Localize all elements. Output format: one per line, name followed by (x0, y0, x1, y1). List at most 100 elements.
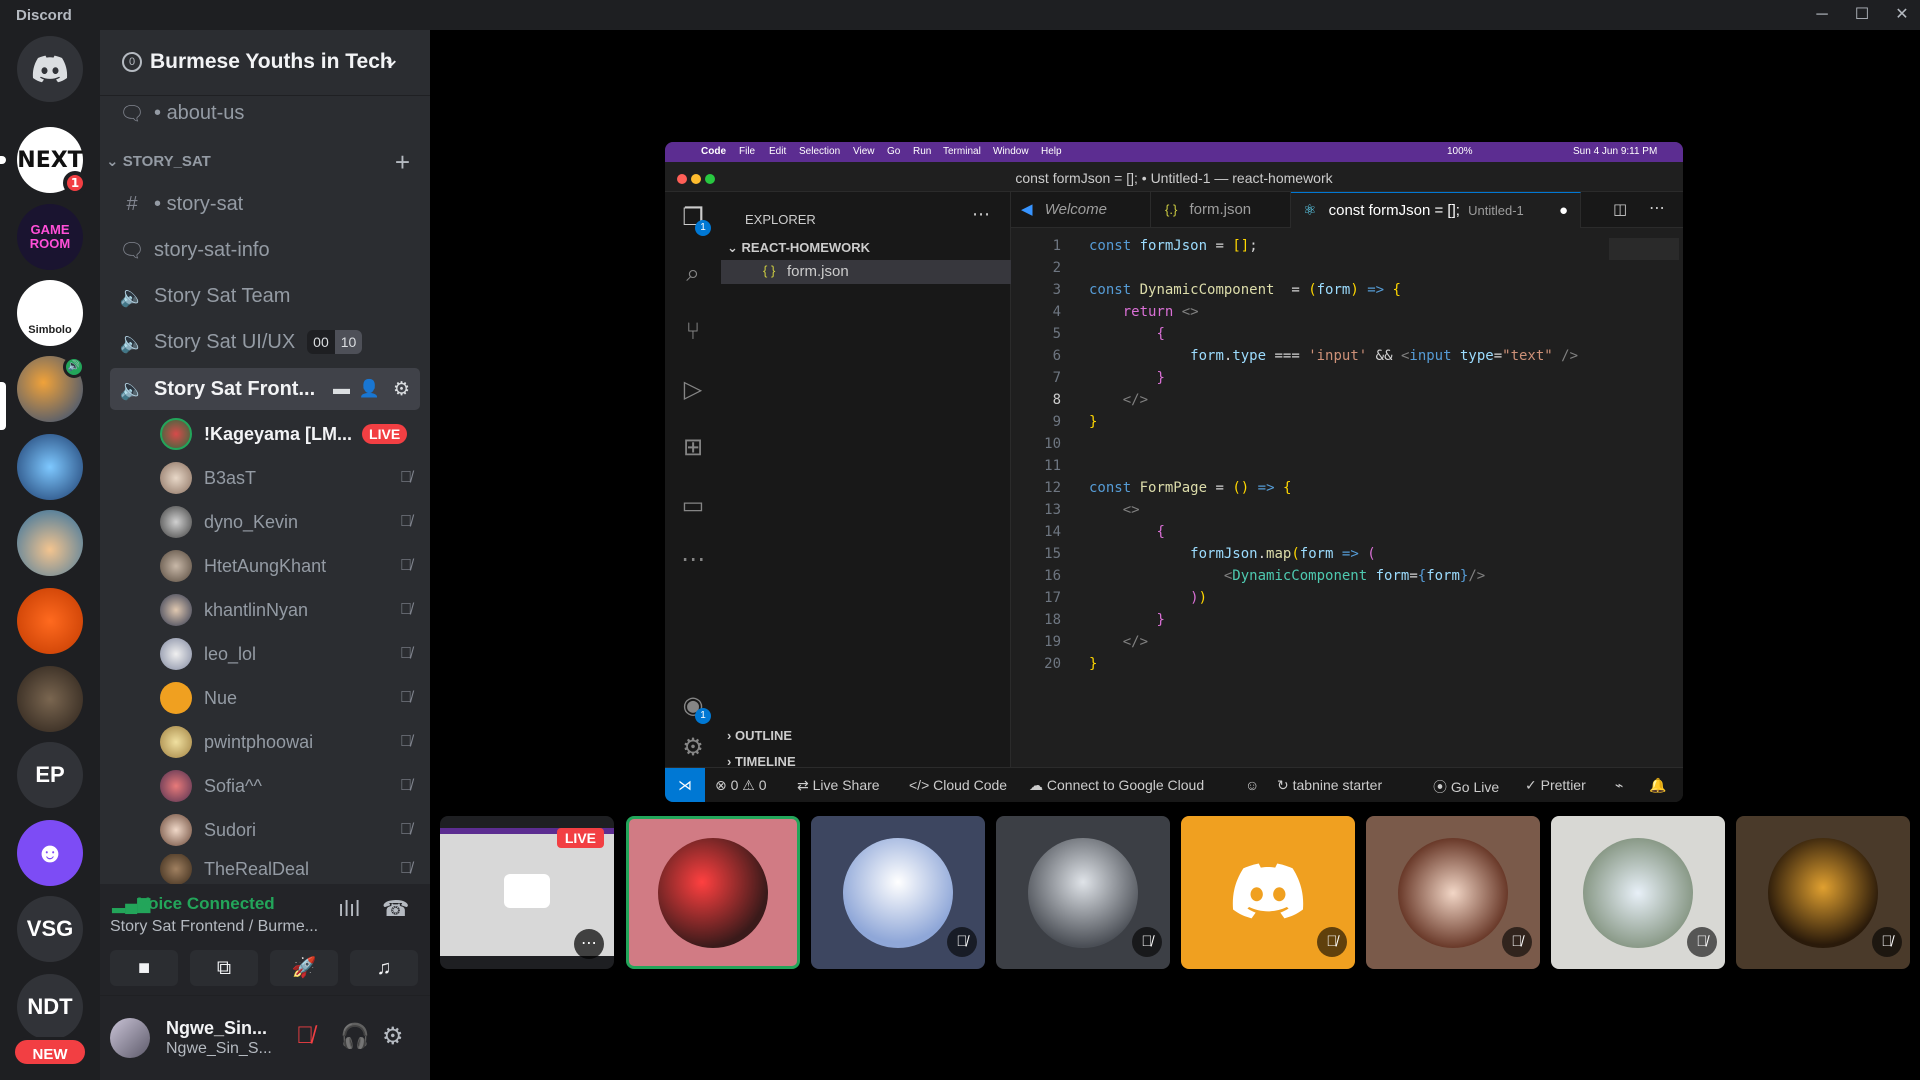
vscode-status-bar: ⋊ ⊗ 0 ⚠ 0 ⇄ Live Share </> Cloud Code ☁ … (665, 767, 1683, 802)
category-story-sat[interactable]: ⌄ STORY_SAT + (106, 147, 426, 177)
server-ep[interactable]: EP (17, 742, 83, 808)
server-simbolo[interactable]: Simbolo (17, 280, 83, 346)
server-rail: NEXT 1 GAME ROOM Simbolo 🔊 EP ☻ VSG NDT (0, 30, 100, 1080)
muted-mic-icon: 🎙̸ (400, 821, 412, 838)
avatar (1768, 838, 1878, 948)
avatar (160, 726, 192, 758)
username[interactable]: Ngwe_Sin... (166, 1018, 267, 1039)
new-badge[interactable]: NEW (12, 1037, 88, 1067)
gear-icon: ⚙ (682, 734, 704, 761)
disconnect-icon[interactable]: ☎ (382, 896, 409, 922)
server-vsg[interactable]: VSG (17, 896, 83, 962)
home-button[interactable] (17, 36, 83, 102)
mac-menu-bar: Code File Edit Selection View Go Run Ter… (665, 142, 1683, 162)
editor-tabs: ◀ Welcome {.} form.json ⚛ const formJson… (1011, 192, 1683, 228)
channel-story-sat-uiux[interactable]: 🔈 Story Sat UI/UX 00 10 (110, 322, 420, 362)
muted-mic-icon: 🎙̸ (400, 601, 412, 618)
code-line: return <> (1122, 304, 1199, 320)
invite-icon[interactable]: 👤 (359, 379, 380, 399)
code-line: form.type === 'input' && <input type="te… (1190, 348, 1579, 364)
screen-share-button[interactable]: ⧉ (190, 950, 258, 986)
server-avatar-orange[interactable] (17, 588, 83, 654)
muted-mic-icon: 🎙̸ (400, 777, 412, 794)
voice-user[interactable]: Sofia^^ 🎙̸ (160, 766, 420, 806)
voice-user[interactable]: B3asT 🎙̸ (160, 458, 420, 498)
voice-user[interactable]: khantlinNyan 🎙̸ (160, 590, 420, 630)
muted-mic-icon: 🎙̸ (400, 733, 412, 750)
avatar[interactable] (110, 1018, 150, 1058)
server-game-room[interactable]: GAME ROOM (17, 204, 83, 270)
server-header[interactable]: 0 Burmese Youths in Tech ⌄ (100, 30, 430, 96)
gear-icon[interactable]: ⚙ (393, 378, 410, 401)
soundboard-button[interactable]: ♫ (350, 950, 418, 986)
voice-channel-path[interactable]: Story Sat Frontend / Burme... (110, 918, 318, 936)
server-avatar-wave[interactable] (17, 434, 83, 500)
more-icon: ⋯ (681, 546, 705, 573)
close-button[interactable]: ✕ (1882, 3, 1920, 27)
broadcast-icon: ⌁ (1615, 777, 1624, 793)
more-icon[interactable]: ⋯ (574, 929, 604, 959)
server-ndt[interactable]: NDT (17, 974, 83, 1040)
avatar (160, 770, 192, 802)
channel-story-sat-frontend[interactable]: 🔈 Story Sat Front... ▬ 👤 ⚙ (110, 368, 420, 410)
voice-channel-icon: 🔈 (119, 331, 145, 354)
camera-button[interactable]: ■ (110, 950, 178, 986)
voice-user[interactable]: HtetAungKhant 🎙̸ (160, 546, 420, 586)
server-avatar-starry[interactable]: 🔊 (17, 356, 85, 422)
voice-user[interactable]: Sudori 🎙̸ (160, 810, 420, 850)
more-icon: ⋯ (1649, 200, 1665, 217)
text-channel-icon: # (126, 192, 138, 215)
feedback-icon: ☺ (1245, 777, 1260, 793)
participant-tile[interactable]: 🎙̸ (1366, 816, 1540, 969)
avatar (160, 462, 192, 494)
voice-user[interactable]: Nue 🎙̸ (160, 678, 420, 718)
tab-form-json: {.} form.json (1151, 192, 1291, 228)
server-avatar-character[interactable] (17, 510, 83, 576)
code-line: const DynamicComponent = (form) => { (1089, 282, 1401, 298)
add-channel-icon[interactable]: + (395, 147, 410, 178)
noise-suppression-icon[interactable]: ılıl (338, 896, 360, 922)
participant-tile[interactable]: 🎙̸ (1181, 816, 1355, 969)
muted-mic-icon: 🎙̸ (400, 645, 412, 662)
voice-user[interactable]: dyno_Kevin 🎙̸ (160, 502, 420, 542)
code-editor: 1 2 3 4 5 6 7 8 9 10 11 12 13 14 15 16 1… (1011, 228, 1683, 767)
channel-story-sat-team[interactable]: 🔈 Story Sat Team (110, 276, 420, 316)
participant-tile[interactable]: 🎙̸ (996, 816, 1170, 969)
channel-story-sat[interactable]: # • story-sat (110, 184, 420, 224)
activity-bar: ❐ 1 ⌕ ⑂ ▷ ⊞ ▭ ⋯ ◉ 1 ⚙ (665, 192, 721, 767)
server-avatar-dark[interactable] (17, 666, 83, 732)
voice-status[interactable]: Voice Connected (138, 894, 275, 914)
participant-tile[interactable]: 🎙̸ (1551, 816, 1725, 969)
user-limit: 10 (334, 330, 363, 354)
activity-button[interactable]: 🚀 (270, 950, 338, 986)
voice-user[interactable]: leo_lol 🎙̸ (160, 634, 420, 674)
voice-user[interactable]: TheRealDeal 🎙̸ (160, 854, 420, 884)
muted-mic-icon[interactable]: 🎙̸ (296, 1022, 314, 1050)
explorer-panel: EXPLORER ⋯ ⌄ REACT-HOMEWORK { } form.jso… (721, 192, 1011, 769)
app-title: Discord (16, 7, 72, 24)
maximize-button[interactable]: ☐ (1842, 3, 1882, 27)
muted-mic-icon: 🎙̸ (400, 689, 412, 706)
participant-tile[interactable] (626, 816, 800, 969)
headphones-icon[interactable]: 🎧 (340, 1022, 370, 1051)
channel-about-us[interactable]: 🗨 • about-us (110, 96, 420, 130)
minimize-button[interactable]: ─ (1802, 3, 1842, 27)
tab-welcome: ◀ Welcome (1011, 192, 1151, 228)
voice-user[interactable]: pwintphoowai 🎙̸ (160, 722, 420, 762)
forum-icon: 🗨 (119, 102, 145, 125)
gear-icon[interactable]: ⚙ (382, 1022, 404, 1051)
stream-preview-tile[interactable]: LIVE ⋯ (440, 816, 614, 969)
avatar (658, 838, 768, 948)
server-next[interactable]: NEXT 1 (17, 127, 87, 195)
stream-vscode-window[interactable]: Code File Edit Selection View Go Run Ter… (665, 142, 1683, 802)
chat-icon[interactable]: ▬ (333, 379, 350, 399)
avatar (1583, 838, 1693, 948)
muted-mic-icon: 🎙̸ (400, 860, 412, 877)
server-ghost[interactable]: ☻ (17, 820, 83, 886)
participant-tile[interactable]: 🎙̸ (1736, 816, 1910, 969)
voice-user[interactable]: !Kageyama [LM... LIVE (160, 414, 420, 454)
avatar (160, 682, 192, 714)
participant-tile[interactable]: 🎙̸ (811, 816, 985, 969)
avatar (160, 854, 192, 884)
channel-story-sat-info[interactable]: 🗨 story-sat-info (110, 230, 420, 270)
